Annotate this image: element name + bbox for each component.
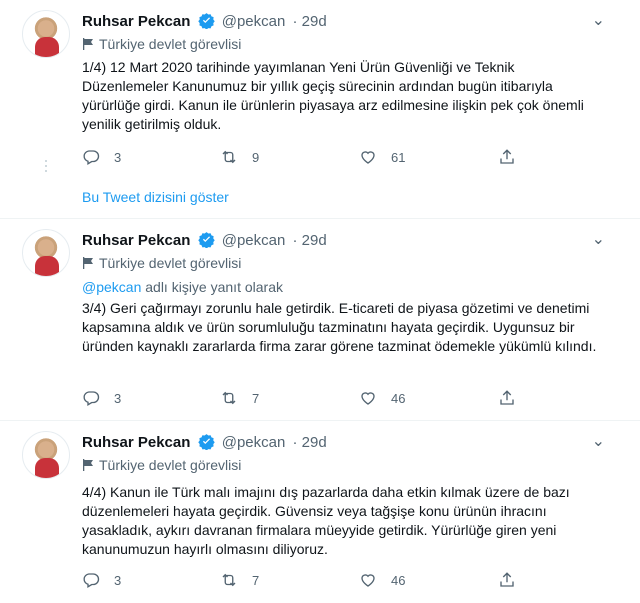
like-icon: [361, 392, 375, 405]
more-options-icon[interactable]: ⌄: [592, 10, 606, 30]
tweet-3[interactable]: Ruhsar Pekcan @pekcan · 29d ⌄ Türkiye de…: [0, 421, 640, 603]
retweet-icon: [222, 573, 236, 587]
government-flag-icon: [83, 38, 93, 50]
share-button[interactable]: [498, 389, 530, 407]
retweet-count: 7: [252, 390, 260, 406]
show-thread-link[interactable]: Bu Tweet dizisini göster: [82, 189, 229, 205]
share-button[interactable]: [498, 148, 530, 166]
tweet-header: Ruhsar Pekcan @pekcan · 29d: [82, 12, 327, 30]
replying-suffix: adlı kişiye yanıt olarak: [141, 279, 283, 295]
replying-mention-link[interactable]: @pekcan: [82, 279, 141, 295]
timestamp[interactable]: · 29d: [293, 232, 327, 249]
government-label-text: Türkiye devlet görevlisi: [99, 36, 242, 52]
government-label: Türkiye devlet görevlisi: [82, 36, 241, 52]
share-button[interactable]: [498, 571, 530, 589]
retweet-button[interactable]: 7: [220, 571, 259, 589]
tweet-actions: 3 7 46: [82, 389, 522, 409]
like-button[interactable]: 46: [359, 571, 405, 589]
tweet-header: Ruhsar Pekcan @pekcan · 29d: [82, 231, 327, 249]
tweet-text: 3/4) Geri çağırmayı zorunlu hale getirdi…: [82, 300, 597, 354]
government-label: Türkiye devlet görevlisi: [82, 457, 241, 473]
replying-to: @pekcan adlı kişiye yanıt olarak: [82, 279, 283, 295]
reply-count: 3: [114, 390, 122, 406]
tweet-actions: 3 9 61: [82, 148, 522, 168]
government-flag-icon: [83, 459, 93, 471]
author-handle[interactable]: @pekcan: [222, 232, 286, 249]
like-button[interactable]: 46: [359, 389, 405, 407]
tweet-text: 1/4) 12 Mart 2020 tarihinde yayımlanan Y…: [82, 59, 584, 132]
reply-count: 3: [114, 572, 122, 588]
reply-button[interactable]: 3: [82, 389, 121, 407]
author-name[interactable]: Ruhsar Pekcan: [82, 13, 190, 30]
author-name[interactable]: Ruhsar Pekcan: [82, 434, 190, 451]
timestamp[interactable]: · 29d: [293, 434, 327, 451]
tweet-1[interactable]: Ruhsar Pekcan @pekcan · 29d ⌄ Türkiye de…: [0, 0, 640, 185]
share-icon: [500, 390, 514, 405]
like-count: 46: [391, 572, 406, 588]
more-options-icon[interactable]: ⌄: [592, 431, 606, 451]
share-icon: [500, 572, 514, 587]
share-icon: [500, 149, 514, 164]
retweet-button[interactable]: 7: [220, 389, 259, 407]
government-flag-icon: [83, 257, 93, 269]
like-button[interactable]: 61: [359, 148, 405, 166]
more-options-icon[interactable]: ⌄: [592, 229, 606, 249]
like-count: 46: [391, 390, 406, 406]
tweet-2[interactable]: Ruhsar Pekcan @pekcan · 29d ⌄ Türkiye de…: [0, 219, 640, 419]
reply-count: 3: [114, 149, 122, 165]
author-name[interactable]: Ruhsar Pekcan: [82, 232, 190, 249]
reply-icon: [83, 150, 100, 165]
tweet-actions: 3 7 46: [82, 571, 522, 591]
avatar[interactable]: [22, 10, 70, 58]
verified-badge-icon: [197, 434, 215, 450]
government-label: Türkiye devlet görevlisi: [82, 255, 241, 271]
thread-connector: [45, 160, 47, 175]
like-count: 61: [391, 149, 406, 165]
retweet-count: 7: [252, 572, 260, 588]
retweet-count: 9: [252, 149, 260, 165]
author-handle[interactable]: @pekcan: [222, 434, 286, 451]
like-icon: [361, 151, 375, 164]
like-icon: [361, 574, 375, 587]
reply-button[interactable]: 3: [82, 571, 121, 589]
timestamp[interactable]: · 29d: [293, 13, 327, 30]
reply-button[interactable]: 3: [82, 148, 121, 166]
verified-badge-icon: [197, 13, 215, 29]
avatar[interactable]: [22, 229, 70, 277]
tweet-text: 4/4) Kanun ile Türk malı imajını dış paz…: [82, 484, 570, 557]
reply-icon: [83, 391, 100, 406]
avatar[interactable]: [22, 431, 70, 479]
retweet-icon: [222, 391, 236, 405]
retweet-icon: [222, 150, 236, 164]
retweet-button[interactable]: 9: [220, 148, 259, 166]
government-label-text: Türkiye devlet görevlisi: [99, 457, 242, 473]
author-handle[interactable]: @pekcan: [222, 13, 286, 30]
verified-badge-icon: [197, 232, 215, 248]
reply-icon: [83, 573, 100, 588]
government-label-text: Türkiye devlet görevlisi: [99, 255, 242, 271]
tweet-header: Ruhsar Pekcan @pekcan · 29d: [82, 433, 327, 451]
